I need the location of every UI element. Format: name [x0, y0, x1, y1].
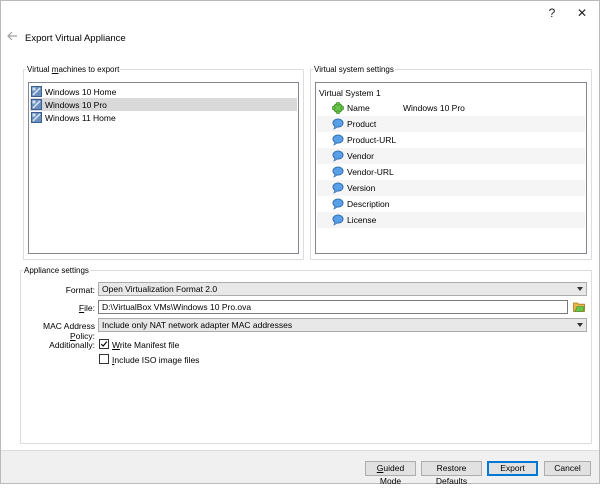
- mac-policy-select-value: Include only NAT network adapter MAC add…: [102, 320, 293, 330]
- vm-item-windows-11-home[interactable]: Windows 11 Home: [30, 111, 297, 124]
- setting-row-vendor-url[interactable]: Vendor-URL: [317, 164, 585, 180]
- help-button[interactable]: ?: [541, 4, 563, 22]
- setting-row-name[interactable]: Name Windows 10 Pro: [317, 100, 585, 116]
- mac-policy-select[interactable]: Include only NAT network adapter MAC add…: [98, 318, 587, 332]
- file-path-value: D:\VirtualBox VMs\Windows 10 Pro.ova: [102, 302, 252, 312]
- speech-bubble-icon: [332, 166, 344, 178]
- windows-vm-icon: [31, 99, 42, 110]
- close-button[interactable]: ✕: [571, 4, 593, 22]
- setting-key: Version: [347, 183, 376, 193]
- format-label: Format:: [65, 285, 95, 295]
- file-path-input[interactable]: D:\VirtualBox VMs\Windows 10 Pro.ova: [98, 300, 568, 314]
- chevron-down-icon: [577, 287, 583, 291]
- mac-policy-label: MAC Address Policy:: [43, 321, 95, 341]
- windows-vm-icon: [31, 86, 42, 97]
- windows-vm-icon: [31, 112, 42, 123]
- setting-row-vendor[interactable]: Vendor: [317, 148, 585, 164]
- include-iso-checkbox[interactable]: [99, 354, 109, 364]
- vm-item-label: Windows 11 Home: [45, 112, 116, 123]
- write-manifest-checkbox[interactable]: [99, 339, 109, 349]
- write-manifest-label[interactable]: Write Manifest file: [112, 340, 179, 350]
- appliance-settings-legend: Appliance settings: [24, 266, 89, 275]
- system-settings-legend: Virtual system settings: [314, 65, 394, 74]
- setting-key: Vendor: [347, 151, 374, 161]
- vm-export-legend: Virtual machines to export: [27, 65, 120, 74]
- virtual-system-node[interactable]: Virtual System 1: [319, 88, 381, 98]
- system-settings-tree[interactable]: Virtual System 1 Name Windows 10 Pro Pro…: [315, 82, 587, 254]
- additionally-label: Additionally:: [49, 340, 95, 350]
- name-icon: [332, 102, 344, 114]
- setting-key: Product: [347, 119, 377, 129]
- setting-row-license[interactable]: License: [317, 212, 585, 228]
- include-iso-label[interactable]: Include ISO image files: [112, 355, 199, 365]
- speech-bubble-icon: [332, 150, 344, 162]
- dialog-title: Export Virtual Appliance: [25, 33, 126, 44]
- export-appliance-dialog: ? ✕ Export Virtual Appliance Virtual mac…: [0, 0, 600, 486]
- help-icon: ?: [548, 6, 556, 20]
- setting-row-product-url[interactable]: Product-URL: [317, 132, 585, 148]
- restore-defaults-button[interactable]: Restore Defaults: [421, 461, 482, 486]
- speech-bubble-icon: [332, 134, 344, 146]
- speech-bubble-icon: [332, 198, 344, 210]
- file-label: File:: [78, 303, 95, 313]
- back-arrow-icon[interactable]: [5, 29, 19, 43]
- vm-item-label: Windows 10 Home: [45, 86, 117, 97]
- chevron-down-icon: [577, 323, 583, 327]
- speech-bubble-icon: [332, 214, 344, 226]
- format-select[interactable]: Open Virtualization Format 2.0: [98, 282, 587, 296]
- format-select-value: Open Virtualization Format 2.0: [102, 284, 218, 294]
- setting-key: License: [347, 215, 377, 225]
- vm-item-windows-10-pro[interactable]: Windows 10 Pro: [30, 98, 297, 111]
- vm-item-windows-10-home[interactable]: Windows 10 Home: [30, 85, 297, 98]
- export-button[interactable]: Export: [487, 461, 538, 476]
- cancel-button[interactable]: Cancel: [544, 461, 591, 476]
- setting-key: Name: [347, 103, 370, 113]
- vm-item-label: Windows 10 Pro: [45, 99, 107, 110]
- folder-browse-icon[interactable]: [573, 301, 585, 312]
- vm-list[interactable]: Windows 10 Home Windows 10 Pro Windows 1…: [28, 82, 299, 254]
- setting-row-product[interactable]: Product: [317, 116, 585, 132]
- setting-value[interactable]: Windows 10 Pro: [403, 103, 465, 113]
- check-icon: [100, 341, 108, 347]
- setting-row-version[interactable]: Version: [317, 180, 585, 196]
- setting-key: Description: [347, 199, 390, 209]
- speech-bubble-icon: [332, 182, 344, 194]
- speech-bubble-icon: [332, 118, 344, 130]
- setting-row-description[interactable]: Description: [317, 196, 585, 212]
- setting-key: Product-URL: [347, 135, 397, 145]
- dialog-footer: Guided Mode Restore Defaults Export Canc…: [1, 450, 599, 486]
- close-icon: ✕: [576, 6, 588, 20]
- setting-key: Vendor-URL: [347, 167, 394, 177]
- guided-mode-button[interactable]: Guided Mode: [365, 461, 416, 486]
